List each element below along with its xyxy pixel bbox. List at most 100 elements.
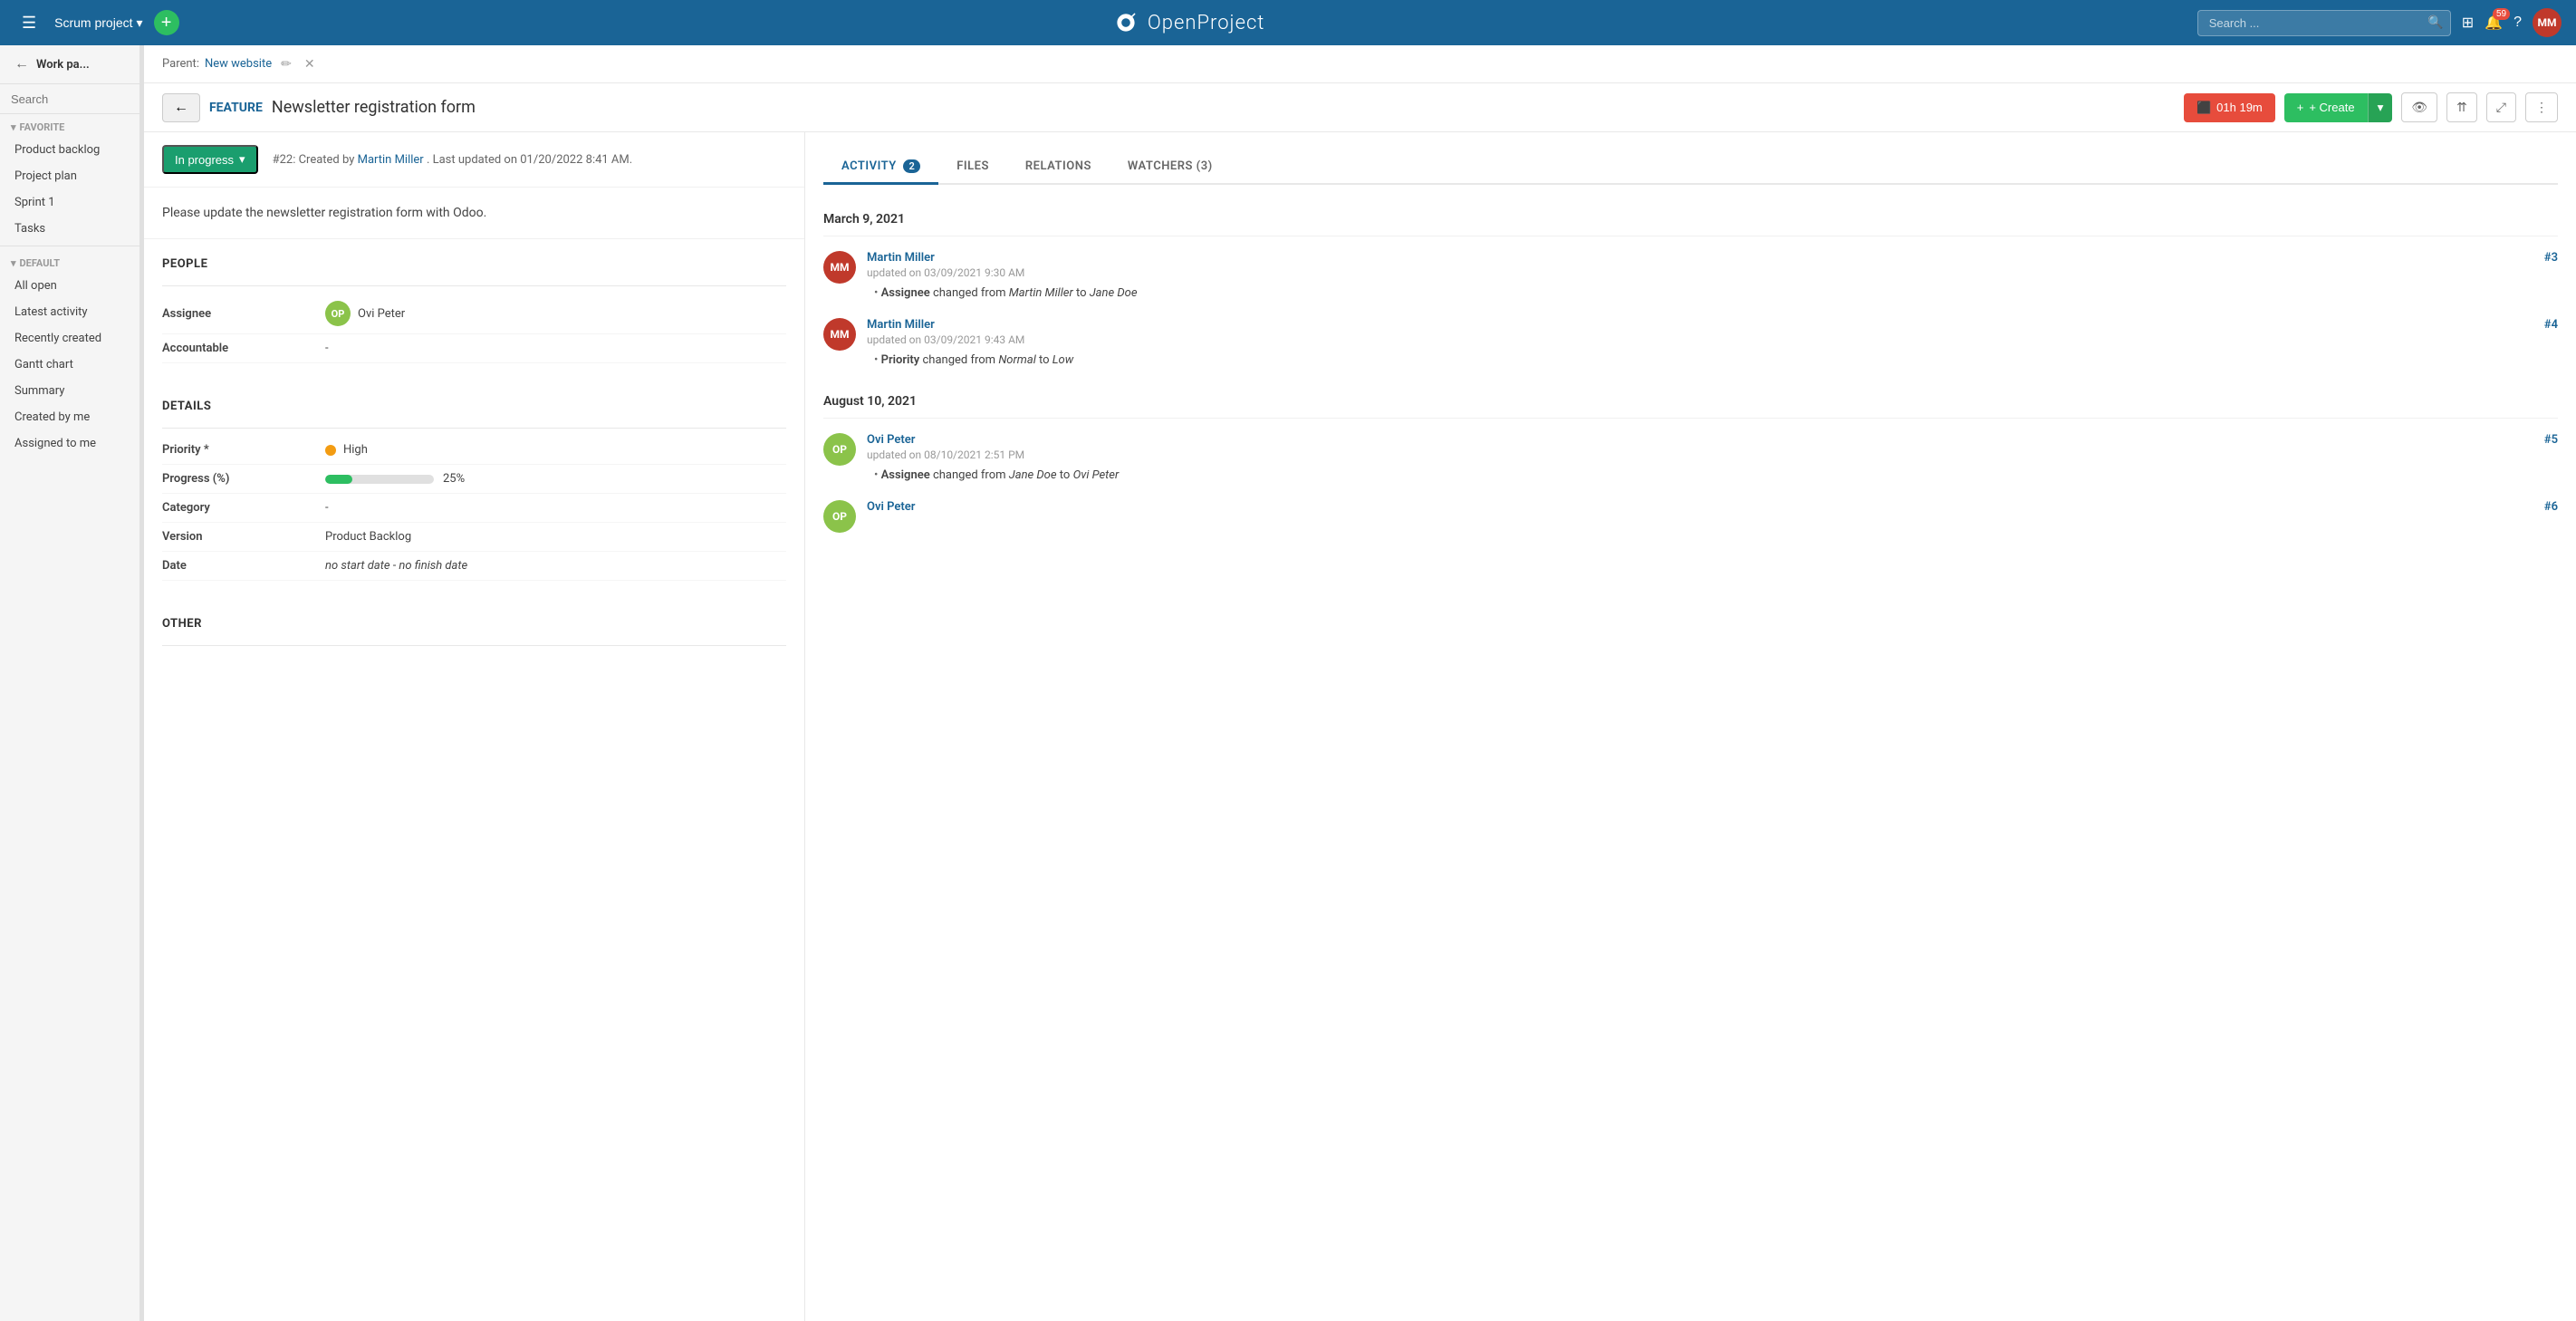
activity-change-5: Assignee changed from Jane Doe to Ovi Pe… [867, 468, 2558, 482]
work-content: In progress ▾ #22: Created by Martin Mil… [144, 132, 2576, 1321]
progress-bar-wrap: 25% [325, 472, 465, 486]
progress-bar-bg [325, 475, 434, 484]
date-value: no start date - no finish date [325, 559, 786, 573]
feature-badge: FEATURE [209, 101, 263, 115]
sidebar-item-gantt-chart[interactable]: Gantt chart [0, 352, 139, 378]
sidebar-header: ← Work pa... [0, 45, 139, 84]
more-options-button[interactable]: ⋮ [2525, 92, 2558, 122]
activity-avatar-op1: OP [823, 433, 856, 466]
sidebar-item-latest-activity[interactable]: Latest activity [0, 299, 139, 325]
activity-header-4: Martin Miller updated on 03/09/2021 9:43… [867, 318, 2558, 346]
assignee-row: Assignee OP Ovi Peter [162, 294, 786, 334]
other-section: OTHER [144, 599, 804, 664]
activity-author-3: Martin Miller [867, 251, 1024, 265]
create-label: + Create [2309, 101, 2354, 114]
sidebar-item-all-open[interactable]: All open [0, 273, 139, 299]
breadcrumb: Parent: New website ✏ ✕ [144, 45, 2576, 83]
search-input[interactable] [2197, 10, 2451, 36]
activity-change-4: Priority changed from Normal to Low [867, 353, 2558, 367]
activity-date-2: August 10, 2021 [823, 385, 2558, 419]
progress-bar-fill [325, 475, 352, 484]
sidebar-item-summary[interactable]: Summary [0, 378, 139, 404]
project-dropdown-icon: ▾ [137, 15, 143, 31]
sidebar-item-product-backlog[interactable]: Product backlog [0, 137, 139, 163]
priority-value: High [325, 443, 786, 457]
logo-area: OpenProject [190, 8, 2187, 37]
add-button[interactable]: + [154, 10, 179, 35]
project-selector[interactable]: Scrum project ▾ [54, 15, 142, 31]
project-name: Scrum project [54, 15, 132, 30]
create-button-group: + + Create ▾ [2284, 93, 2393, 122]
time-log-button[interactable]: ⬛ 01h 19m [2184, 93, 2275, 122]
create-button[interactable]: + + Create [2284, 93, 2368, 122]
user-avatar[interactable]: MM [2533, 8, 2562, 37]
assignee-label: Assignee [162, 307, 325, 321]
main-layout: ← Work pa... 🔍 ▾ FAVORITE Product backlo… [0, 45, 2576, 1321]
top-nav: ☰ Scrum project ▾ + OpenProject 🔍 ⊞ 🔔 59… [0, 0, 2576, 45]
fullscreen-button[interactable]: ⤢ [2486, 92, 2516, 122]
create-dropdown-button[interactable]: ▾ [2368, 93, 2393, 122]
help-button[interactable]: ? [2514, 14, 2522, 31]
fullscreen-icon: ⤢ [2496, 100, 2506, 114]
breadcrumb-close-button[interactable]: ✕ [301, 54, 319, 73]
activity-time-4: updated on 03/09/2021 9:43 AM [867, 333, 1024, 346]
status-bar: In progress ▾ #22: Created by Martin Mil… [144, 132, 804, 188]
activity-body-3: Martin Miller updated on 03/09/2021 9:30… [867, 251, 2558, 300]
status-label: In progress [175, 153, 234, 167]
breadcrumb-edit-button[interactable]: ✏ [277, 54, 295, 73]
sidebar-item-created-by-me[interactable]: Created by me [0, 404, 139, 430]
grid-button[interactable]: ⊞ [2462, 14, 2474, 32]
activity-header-6: Ovi Peter #6 [867, 500, 2558, 514]
tab-files[interactable]: FILES [938, 150, 1007, 185]
assignee-name: Ovi Peter [358, 307, 405, 321]
chevron-down-icon-2: ▾ [11, 257, 16, 269]
sidebar-item-assigned-to-me[interactable]: Assigned to me [0, 430, 139, 457]
priority-dot [325, 445, 336, 456]
details-section-title: DETAILS [162, 400, 786, 413]
hamburger-button[interactable]: ☰ [14, 10, 43, 36]
activity-num-4: #4 [2544, 318, 2558, 332]
activity-item-4: MM Martin Miller updated on 03/09/2021 9… [823, 318, 2558, 367]
version-value: Product Backlog [325, 530, 786, 544]
tab-relations[interactable]: RELATIONS [1007, 150, 1110, 185]
sidebar-back-button[interactable]: ← [14, 56, 29, 72]
time-icon: ⬛ [2196, 101, 2211, 115]
watch-button[interactable]: 👁 [2401, 92, 2437, 122]
status-badge[interactable]: In progress ▾ [162, 145, 258, 174]
sidebar-item-sprint-1[interactable]: Sprint 1 [0, 189, 139, 216]
notifications-badge: 59 [2493, 8, 2510, 20]
description-text: Please update the newsletter registratio… [162, 206, 486, 220]
category-label: Category [162, 501, 325, 515]
activity-num-6: #6 [2544, 500, 2558, 514]
watch-icon: 👁 [2411, 100, 2427, 114]
description: Please update the newsletter registratio… [144, 188, 804, 239]
plus-icon: + [2297, 101, 2304, 114]
assignee-value: OP Ovi Peter [325, 301, 786, 326]
chevron-down-icon: ▾ [11, 121, 16, 133]
tab-activity[interactable]: ACTIVITY 2 [823, 150, 938, 185]
assignee-avatar: OP [325, 301, 351, 326]
sidebar-search-input[interactable] [11, 92, 140, 106]
sidebar-item-tasks[interactable]: Tasks [0, 216, 139, 242]
people-section: PEOPLE Assignee OP Ovi Peter Accountable… [144, 239, 804, 381]
activity-author-6: Ovi Peter [867, 500, 915, 514]
status-creator-link[interactable]: Martin Miller [358, 153, 424, 167]
share-button[interactable]: ⇈ [2446, 92, 2477, 122]
back-button[interactable]: ← [162, 93, 200, 122]
breadcrumb-link[interactable]: New website [205, 57, 272, 71]
progress-row: Progress (%) 25% [162, 465, 786, 494]
sidebar-item-recently-created[interactable]: Recently created [0, 325, 139, 352]
category-value: - [325, 501, 786, 515]
activity-avatar-op2: OP [823, 500, 856, 533]
sidebar-item-project-plan[interactable]: Project plan [0, 163, 139, 189]
share-icon: ⇈ [2456, 100, 2467, 114]
tab-watchers[interactable]: WATCHERS (3) [1110, 150, 1231, 185]
activity-time-5: updated on 08/10/2021 2:51 PM [867, 448, 1024, 461]
nav-icons: ⊞ 🔔 59 ? MM [2462, 8, 2562, 37]
sidebar-search-area: 🔍 [0, 84, 139, 114]
notifications-button[interactable]: 🔔 59 [2485, 14, 2503, 32]
activity-num-3: #3 [2544, 251, 2558, 265]
version-row: Version Product Backlog [162, 523, 786, 552]
priority-text: High [343, 443, 368, 457]
logo-text: OpenProject [1148, 12, 1264, 34]
